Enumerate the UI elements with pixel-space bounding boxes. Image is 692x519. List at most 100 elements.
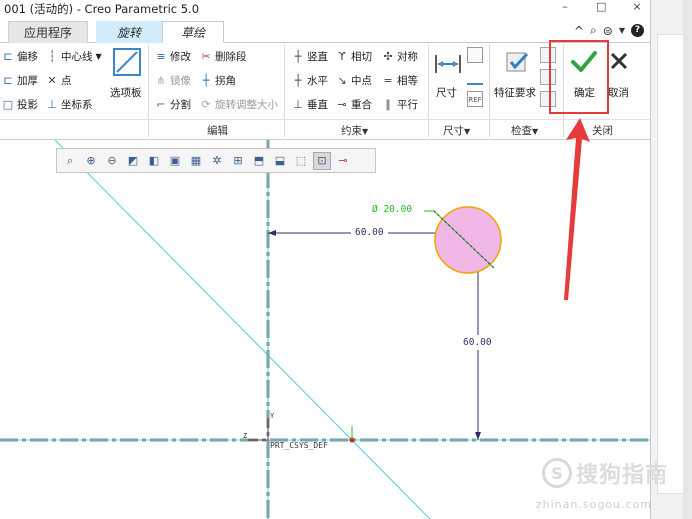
separator xyxy=(284,45,285,137)
close-window-button[interactable]: × xyxy=(632,0,642,13)
sogou-logo-icon: S xyxy=(541,458,572,488)
group-label-inspect[interactable]: 检查▼ xyxy=(511,123,538,138)
ref-icon[interactable]: REF xyxy=(467,91,483,107)
feature-req-button[interactable]: 特征要求 xyxy=(494,85,536,100)
sketch-circle[interactable] xyxy=(434,206,502,274)
coincident-icon: ⊸ xyxy=(337,97,347,111)
midpoint-button[interactable]: ↘ 中点 xyxy=(336,73,372,88)
dimension-dropdown-icon: ▼ xyxy=(464,127,471,136)
construction-line xyxy=(54,140,431,519)
constraint-display-icon[interactable]: ⊸ xyxy=(334,152,352,170)
centerline-button[interactable]: ┆ 中心线 ▼ xyxy=(46,49,102,64)
tab-tools: ^ ⌕ ⊜ ▼ ? xyxy=(574,23,644,38)
collapse-ribbon-icon[interactable]: ^ xyxy=(574,24,584,38)
coincident-button[interactable]: ⊸ 重合 xyxy=(336,97,372,112)
vertical-dimension[interactable]: 60.00 xyxy=(463,335,492,350)
symmetric-button[interactable]: ✣ 对称 xyxy=(382,49,418,64)
display-style-icon[interactable]: ◧ xyxy=(145,152,163,170)
feature-req-icon[interactable] xyxy=(505,49,531,75)
browser-panel xyxy=(657,34,685,494)
separator xyxy=(489,45,490,137)
group-label-dimension[interactable]: 尺寸▼ xyxy=(443,123,470,138)
tangent-button[interactable]: ϒ 相切 xyxy=(336,49,372,64)
offset-button[interactable]: ⊏ 偏移 xyxy=(2,49,38,64)
tab-apps[interactable]: 应用程序 xyxy=(8,21,88,43)
separator xyxy=(148,45,149,137)
saved-views-icon[interactable]: ▣ xyxy=(166,152,184,170)
thicken-icon: ⊏ xyxy=(3,73,13,87)
creo-window: 001 (活动的) - Creo Parametric 5.0 – □ × 应用… xyxy=(0,0,692,519)
tab-rotate[interactable]: 旋转 xyxy=(96,21,162,43)
cancel-icon[interactable] xyxy=(609,51,629,71)
ok-highlight-box xyxy=(549,40,609,114)
scrollbar[interactable] xyxy=(683,0,692,519)
corner-button[interactable]: ┼ 拐角 xyxy=(200,73,236,88)
perpendicular-icon: ⊥ xyxy=(293,97,303,111)
corner-icon: ┼ xyxy=(202,73,210,87)
point-button[interactable]: ✕ 点 xyxy=(46,73,71,88)
sketcher-display-icon[interactable]: ⊡ xyxy=(313,151,331,170)
group-bar xyxy=(0,119,650,120)
inspect-dropdown-icon: ▼ xyxy=(532,127,539,136)
graphics-toolbar: ⌕ ⊕ ⊖ ◩ ◧ ▣ ▦ ✲ ⊞ ⬒ ⬓ ⬚ ⊡ ⊸ xyxy=(56,148,376,173)
vertical-button[interactable]: ┼ 竖直 xyxy=(292,49,328,64)
midpoint-icon: ↘ xyxy=(337,73,347,87)
vertical-icon: ┼ xyxy=(294,49,302,63)
palette-icon[interactable] xyxy=(113,48,141,76)
rotate-resize-button[interactable]: ⟳ 旋转调整大小 xyxy=(200,97,278,112)
horizontal-dimension[interactable]: 60.00 xyxy=(351,227,388,238)
perpendicular-button[interactable]: ⊥ 垂直 xyxy=(292,97,328,112)
dimension-button[interactable]: 尺寸 xyxy=(436,85,457,100)
horizontal-button[interactable]: ┼ 水平 xyxy=(292,73,328,88)
csys-label: PRT_CSYS_DEF xyxy=(270,441,328,450)
community-icon[interactable]: ⊜ xyxy=(603,24,613,38)
csys-axis-z: Z xyxy=(243,432,248,440)
spin-center-icon[interactable]: ⬒ xyxy=(250,152,268,170)
mirror-icon: ⋔ xyxy=(156,73,166,87)
delete-segment-button[interactable]: ✂ 删除段 xyxy=(200,49,246,64)
tangent-icon: ϒ xyxy=(338,49,346,63)
repaint-icon[interactable]: ◩ xyxy=(124,152,142,170)
group-label-constrain[interactable]: 约束▼ xyxy=(341,123,368,138)
parallel-button[interactable]: ∥ 平行 xyxy=(382,97,418,112)
centerline-icon: ┆ xyxy=(48,49,56,63)
perspective-icon[interactable]: ⬓ xyxy=(271,152,289,170)
dimension-icon[interactable] xyxy=(434,53,462,75)
diameter-dimension[interactable]: Ø 20.00 xyxy=(372,204,412,215)
offset-icon: ⊏ xyxy=(3,49,13,63)
search-icon[interactable]: ⌕ xyxy=(590,23,597,38)
help-icon[interactable]: ? xyxy=(631,24,644,37)
datum-display-icon[interactable]: ✲ xyxy=(208,152,226,170)
palette-button[interactable]: 选项板 xyxy=(110,85,142,100)
equal-button[interactable]: = 相等 xyxy=(382,73,418,88)
zoom-in-icon[interactable]: ⊕ xyxy=(82,152,100,170)
refit-icon[interactable]: ⌕ xyxy=(61,152,79,170)
symmetric-icon: ✣ xyxy=(383,49,393,63)
maximize-button[interactable]: □ xyxy=(596,0,606,13)
cancel-button[interactable]: 取消 xyxy=(608,85,629,100)
reference-dim-icon[interactable] xyxy=(467,47,483,63)
dropdown-icon[interactable]: ▼ xyxy=(619,26,625,35)
window-controls: – □ × xyxy=(560,0,642,13)
annotation-display-icon[interactable]: ⊞ xyxy=(229,152,247,170)
csys-axis-y: Y xyxy=(270,412,275,420)
zoom-out-icon[interactable]: ⊖ xyxy=(103,152,121,170)
divide-icon: ⌐ xyxy=(156,97,166,111)
parallel-icon: ∥ xyxy=(385,97,391,111)
sketch-view-icon[interactable]: ⬚ xyxy=(292,152,310,170)
tab-sketch[interactable]: 草绘 xyxy=(162,21,224,43)
mirror-button[interactable]: ⋔ 镜像 xyxy=(155,73,191,88)
constrain-dropdown-icon: ▼ xyxy=(362,127,369,136)
rotate-resize-icon: ⟳ xyxy=(201,97,211,111)
thicken-button[interactable]: ⊏ 加厚 xyxy=(2,73,38,88)
minimize-button[interactable]: – xyxy=(560,0,570,13)
project-button[interactable]: □ 投影 xyxy=(2,97,38,112)
watermark: S 搜狗指南 xyxy=(541,457,668,489)
group-label-close: 关闭 xyxy=(592,125,613,137)
baseline-icon[interactable] xyxy=(467,69,483,85)
coord-sys-button[interactable]: ⊥ 坐标系 xyxy=(46,97,92,112)
view-manager-icon[interactable]: ▦ xyxy=(187,152,205,170)
modify-icon: ≡ xyxy=(156,49,166,63)
modify-button[interactable]: ≡ 修改 xyxy=(155,49,191,64)
divide-button[interactable]: ⌐ 分割 xyxy=(155,97,191,112)
